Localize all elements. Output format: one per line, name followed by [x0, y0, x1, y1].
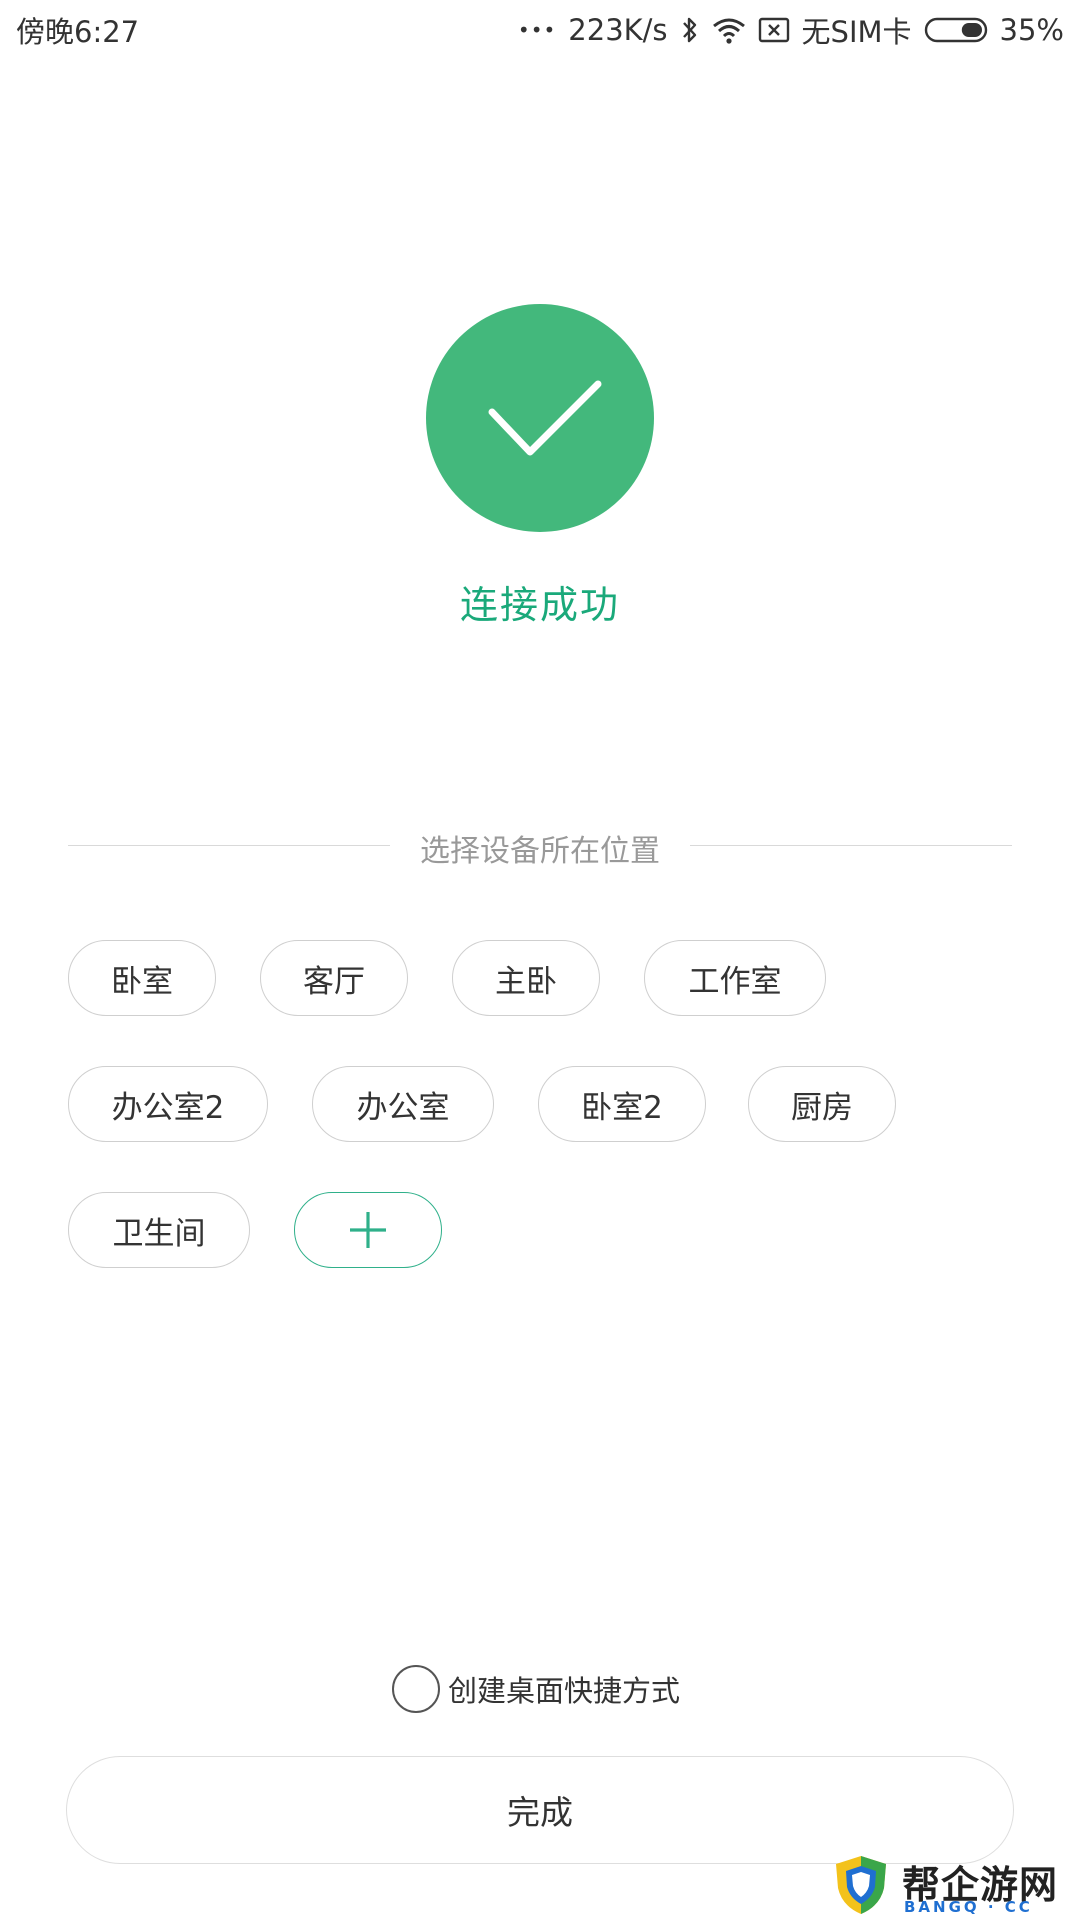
status-bar: 傍晚6:27 ••• 223K/s 无SIM卡 35% — [0, 0, 1080, 62]
location-chip-master-bedroom[interactable]: 主卧 — [452, 940, 600, 1016]
status-time: 傍晚6:27 — [16, 15, 140, 49]
location-heading: 选择设备所在位置 — [68, 826, 1012, 869]
sim-status: 无SIM卡 — [801, 15, 912, 49]
page: 傍晚6:27 ••• 223K/s 无SIM卡 35% 连接成功 选择设备所在位… — [0, 0, 1080, 1920]
location-chip-kitchen[interactable]: 厨房 — [748, 1066, 896, 1142]
location-heading-text: 选择设备所在位置 — [420, 834, 660, 869]
location-chip-bedroom[interactable]: 卧室 — [68, 940, 216, 1016]
location-chip-studio[interactable]: 工作室 — [644, 940, 826, 1016]
battery-percent: 35% — [999, 13, 1064, 47]
location-chip-living-room[interactable]: 客厅 — [260, 940, 408, 1016]
battery: 35% — [924, 13, 1064, 47]
bluetooth-icon — [680, 15, 700, 45]
watermark-logo: 帮企游网 BANGQ · CC — [830, 1852, 1080, 1920]
shield-logo-icon — [836, 1856, 886, 1914]
success-text: 连接成功 — [459, 583, 620, 627]
divider-line-left — [68, 845, 390, 846]
more-dots-icon: ••• — [517, 18, 557, 42]
location-chip-office[interactable]: 办公室 — [312, 1066, 494, 1142]
network-speed: 223K/s — [568, 13, 668, 47]
wifi-icon — [712, 16, 746, 44]
create-shortcut-checkbox[interactable]: 创建桌面快捷方式 — [392, 1664, 680, 1714]
divider-line-right — [690, 845, 1012, 846]
status-right: ••• 223K/s 无SIM卡 35% — [518, 9, 1064, 51]
battery-icon — [924, 17, 987, 43]
plus-icon — [350, 1212, 386, 1248]
create-shortcut-label: 创建桌面快捷方式 — [448, 1674, 681, 1708]
success-check-icon — [426, 304, 654, 532]
location-chip-office-2[interactable]: 办公室2 — [68, 1066, 268, 1142]
location-chip-bathroom[interactable]: 卫生间 — [68, 1192, 250, 1268]
watermark-subtext: BANGQ · CC — [904, 1898, 1033, 1916]
done-button[interactable]: 完成 — [66, 1756, 1014, 1864]
checkbox-circle-icon — [392, 1665, 440, 1713]
location-chip-bedroom-2[interactable]: 卧室2 — [538, 1066, 706, 1142]
no-sim-icon — [758, 16, 790, 44]
add-location-button[interactable] — [294, 1192, 442, 1268]
